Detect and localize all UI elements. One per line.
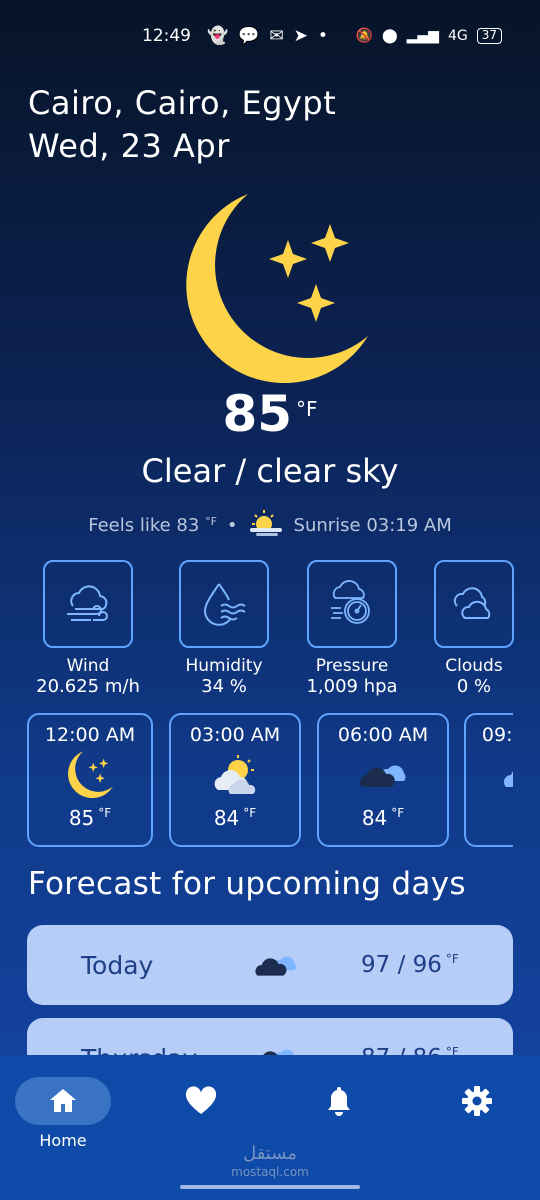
hour-card[interactable]: 06:00 AM 84 °F — [317, 713, 449, 847]
status-bar: 12:49 👻 💬 ✉ ➤ • 🔕 ⬤ ▂▄▆ 4G 37 — [0, 0, 540, 72]
forecast-day-row[interactable]: Today 97 / 96 °F — [27, 925, 513, 1005]
location-header: Cairo, Cairo, Egypt Wed, 23 Apr — [28, 82, 336, 168]
hour-time: 09:00 AM — [481, 724, 513, 746]
day-name: Today — [81, 950, 154, 980]
day-temp: 97 / 96 °F — [361, 952, 459, 978]
dark-cloud-icon — [319, 748, 447, 802]
day-temp: 87 / 86°F — [361, 1045, 459, 1055]
dark-cloud-icon — [251, 1042, 301, 1055]
humidity-value: 34 % — [201, 676, 247, 697]
clouds-icon — [434, 560, 514, 648]
temp-unit: °F — [296, 397, 318, 421]
hour-temp: 84 °F — [361, 806, 405, 830]
location-pin-icon: ⬤ — [381, 28, 398, 44]
home-indicator[interactable] — [180, 1185, 360, 1189]
moon-stars-icon — [29, 748, 151, 802]
detail-clouds: Clouds 0 % — [414, 560, 534, 698]
hour-temp: 85 °F — [68, 806, 112, 830]
heart-icon[interactable] — [153, 1077, 249, 1125]
humidity-label: Humidity — [185, 656, 263, 676]
temp-value: 85 — [222, 385, 293, 443]
hour-time: 12:00 AM — [44, 724, 136, 746]
pressure-label: Pressure — [315, 656, 389, 676]
separator-dot: • — [226, 515, 238, 536]
hour-card[interactable]: 09:00 AM 9 — [464, 713, 513, 847]
hourly-forecast[interactable]: 12:00 AM 85 °F 03:00 AM 84 °F 06:00 AM 8… — [27, 713, 513, 848]
weather-condition: Clear / clear sky — [141, 452, 399, 490]
cloud-icon — [466, 748, 513, 802]
home-icon[interactable] — [15, 1077, 111, 1125]
network-type: 4G — [447, 28, 468, 44]
current-temperature: 85 °F — [0, 385, 540, 443]
nav-settings[interactable] — [429, 1077, 525, 1125]
dot-icon: • — [317, 26, 328, 46]
forecast-title: Forecast for upcoming days — [28, 866, 466, 902]
mute-icon: 🔕 — [355, 28, 373, 44]
status-time: 12:49 — [142, 26, 191, 46]
partly-cloudy-icon — [171, 748, 299, 802]
detail-pressure: Pressure 1,009 hpa — [292, 560, 412, 698]
watermark: مستقل mostaql.com — [0, 1145, 540, 1181]
sunrise-time: Sunrise 03:19 AM — [293, 515, 452, 536]
telegram-icon: ➤ — [293, 26, 308, 46]
hour-time: 06:00 AM — [337, 724, 429, 746]
detail-wind: Wind 20.625 m/h — [28, 560, 148, 698]
city-name: Cairo, Cairo, Egypt — [28, 84, 337, 122]
hour-card[interactable]: 12:00 AM 85 °F — [27, 713, 153, 847]
hour-card[interactable]: 03:00 AM 84 °F — [169, 713, 301, 847]
battery-icon: 37 — [476, 28, 502, 44]
detail-humidity: Humidity 34 % — [164, 560, 284, 698]
wind-label: Wind — [66, 656, 110, 676]
bottom-navigation: Home مستقل mostaql.com — [0, 1055, 540, 1200]
hour-temp: 9 — [466, 806, 513, 830]
nav-home[interactable]: Home — [15, 1077, 111, 1150]
chat-icon: 💬 — [238, 26, 260, 46]
signal-icon: ▂▄▆ — [406, 28, 439, 44]
feels-sunrise-row: Feels like 83 °F • Sunrise 03:19 AM — [0, 508, 540, 543]
forecast-list[interactable]: Today 97 / 96°F Thursday 87 / 86°F — [27, 925, 513, 1055]
nav-favorites[interactable] — [153, 1077, 249, 1125]
nav-notifications[interactable] — [291, 1077, 387, 1125]
day-name: Thursday — [81, 1044, 197, 1056]
snapchat-icon: 👻 — [207, 26, 229, 46]
watermark-latin: mostaql.com — [231, 1165, 309, 1179]
wind-value: 20.625 m/h — [36, 676, 140, 697]
messenger-icon: ✉ — [269, 26, 284, 46]
current-date: Wed, 23 Apr — [28, 127, 230, 165]
forecast-day-row[interactable]: Thursday 87 / 86°F — [27, 1018, 513, 1055]
moon-stars-icon — [170, 190, 380, 390]
pressure-gauge-icon — [307, 560, 397, 648]
pressure-value: 1,009 hpa — [306, 676, 398, 697]
humidity-drop-icon — [179, 560, 269, 648]
gear-icon[interactable] — [429, 1077, 525, 1125]
dark-cloud-icon — [251, 949, 301, 985]
hour-temp: 84 °F — [213, 806, 257, 830]
wind-cloud-icon — [43, 560, 133, 648]
watermark-arabic: مستقل — [243, 1143, 297, 1164]
hour-time: 03:00 AM — [189, 724, 281, 746]
clouds-value: 0 % — [456, 676, 492, 697]
system-icons: 🔕 ⬤ ▂▄▆ 4G 37 — [356, 28, 502, 44]
clouds-label: Clouds — [445, 656, 503, 676]
sunrise-icon — [248, 508, 284, 543]
weather-details: Wind 20.625 m/h Humidity 34 % Pressure 1… — [0, 560, 540, 700]
bell-icon[interactable] — [291, 1077, 387, 1125]
notification-icons: 👻 💬 ✉ ➤ • — [207, 26, 328, 46]
feels-like: Feels like 83 °F — [88, 515, 217, 536]
